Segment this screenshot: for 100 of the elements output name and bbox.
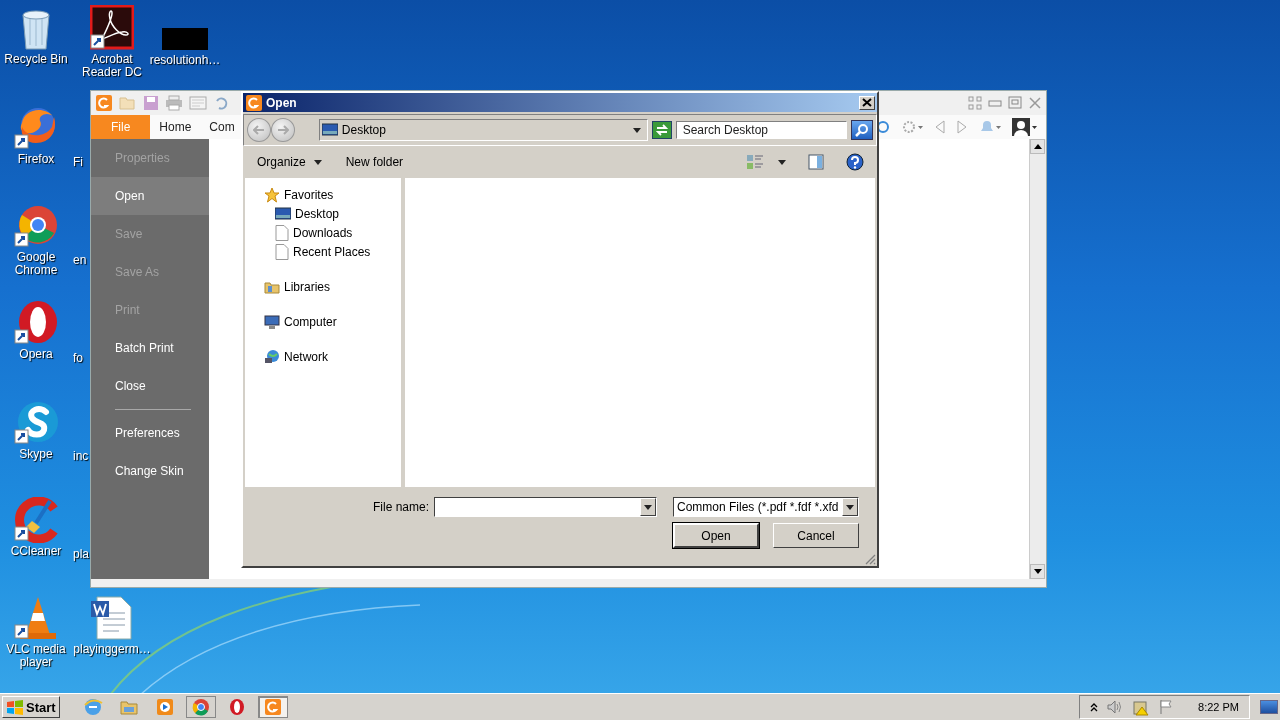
desktop-icon[interactable]: Skype <box>0 400 74 461</box>
desktop-icon[interactable]: Opera <box>0 300 74 361</box>
chat-logo-icon <box>14 400 58 446</box>
desktop-icon-label: Firefox <box>17 153 55 166</box>
nav-item[interactable]: Network <box>264 349 401 365</box>
preview-pane-button[interactable] <box>807 153 825 171</box>
desktop-icon-label: inc <box>73 449 89 463</box>
help-icon <box>846 153 864 171</box>
nav-item[interactable]: Libraries <box>264 279 401 295</box>
desktop-icon-label: Fi <box>73 155 83 169</box>
desktop-icon-label: playinggerm… <box>73 643 151 656</box>
search-icon <box>855 123 870 137</box>
back-arrow-icon <box>252 125 265 135</box>
app-logo-icon <box>263 698 282 716</box>
dialog-title: Open <box>266 95 297 110</box>
refresh-arrows-icon <box>654 124 669 136</box>
scrollbar[interactable] <box>1029 139 1046 579</box>
file-menu-item[interactable]: Batch Print <box>91 329 209 367</box>
left-triangle-icon <box>934 119 946 135</box>
file-menu-item[interactable]: Preferences <box>91 414 209 452</box>
close-button[interactable] <box>859 95 875 110</box>
taskbar-app-button[interactable] <box>185 696 216 718</box>
new-folder-button[interactable]: New folder <box>343 153 406 171</box>
desktop-icon-label: pla <box>73 547 89 561</box>
open-button[interactable]: Open <box>673 523 759 548</box>
file-menu-item[interactable]: Change Skin <box>91 452 209 490</box>
desktop-icon-label: resolutionh… <box>149 54 221 67</box>
address-bar[interactable]: Desktop <box>318 119 648 141</box>
thumbnail-icon <box>162 28 208 52</box>
file-name-field[interactable] <box>434 497 657 517</box>
forward-arrow-icon <box>276 125 289 135</box>
taskbar-app-button[interactable] <box>257 696 288 718</box>
desktop-icon-label: Recycle Bin <box>4 53 68 66</box>
open-folder-icon <box>119 95 137 111</box>
gear-icon <box>902 119 924 135</box>
start-button[interactable]: Start <box>2 696 60 718</box>
desktop-icon[interactable]: resolutionh… <box>147 28 223 67</box>
back-button[interactable] <box>247 118 271 142</box>
save-icon <box>143 95 159 111</box>
fullscreen-icon <box>968 96 982 110</box>
user-avatar-icon <box>1012 118 1038 136</box>
page-icon <box>275 244 289 260</box>
printer-icon <box>165 95 183 111</box>
star-icon <box>264 187 280 203</box>
globe-e-icon <box>82 697 103 717</box>
monitor-icon <box>321 123 338 137</box>
chevron-up-icon <box>1090 702 1099 712</box>
nav-item[interactable]: Downloads <box>264 225 401 241</box>
close-icon <box>1028 96 1042 110</box>
desktop-icon-label: VLC media player <box>5 643 67 669</box>
flag-icon <box>1158 699 1175 715</box>
search-icon <box>878 119 892 135</box>
right-triangle-icon <box>956 119 968 135</box>
app-logo-icon <box>95 94 113 112</box>
document-icon <box>89 595 135 641</box>
desktop-icon[interactable]: Firefox <box>0 105 74 166</box>
dropdown-caret-icon <box>632 127 641 133</box>
nav-item[interactable]: Recent Places <box>264 244 401 260</box>
c-brush-icon <box>14 497 58 543</box>
desktop-icon[interactable]: Google Chrome <box>0 203 74 277</box>
search-field[interactable]: Search Desktop <box>675 121 848 139</box>
media-player-icon <box>154 697 175 717</box>
fox-globe-icon <box>14 105 58 151</box>
restore-icon <box>1008 96 1022 110</box>
file-type-dropdown[interactable]: Common Files (*.pdf *.fdf *.xfd <box>673 497 859 517</box>
page-icon <box>275 225 289 241</box>
round-logo-icon <box>190 697 211 717</box>
pane-icon <box>808 154 824 170</box>
organize-menu[interactable]: Organize <box>255 153 324 171</box>
resize-grip-icon[interactable] <box>865 554 876 565</box>
desktop-icon[interactable]: Recycle Bin <box>0 5 74 66</box>
show-desktop-button[interactable] <box>1260 700 1278 714</box>
refresh-button[interactable] <box>651 121 672 139</box>
nav-item[interactable]: Computer <box>264 314 401 330</box>
undo-icon <box>213 95 229 111</box>
nav-item[interactable]: Desktop <box>264 206 401 222</box>
desktop-icon-label: Skype <box>19 448 53 461</box>
desktop-icon-label: Google Chrome <box>13 251 59 277</box>
monitor-icon <box>275 207 291 221</box>
file-menu-item[interactable]: Close <box>91 367 209 405</box>
ribbon-tab[interactable]: Home <box>150 115 201 139</box>
view-list-icon <box>746 154 764 170</box>
caret-icon <box>644 504 652 510</box>
ribbon-tab[interactable]: Com <box>200 115 244 139</box>
network-warning-icon <box>1132 698 1151 716</box>
help-button[interactable] <box>845 152 865 172</box>
view-options-button[interactable] <box>745 153 787 171</box>
round-logo-icon <box>14 203 58 249</box>
cancel-button[interactable]: Cancel <box>773 523 859 548</box>
file-name-label: File name: <box>372 500 429 514</box>
nav-item[interactable]: Favorites <box>264 187 401 203</box>
forward-button[interactable] <box>270 118 295 142</box>
desktop-icon[interactable]: Acrobat Reader DC <box>74 5 150 79</box>
windows-flag-icon <box>6 699 24 715</box>
desktop-icon-label: en <box>73 253 87 267</box>
clock[interactable]: 8:22 PM <box>1198 701 1239 713</box>
file-menu-item[interactable]: Open <box>91 177 209 215</box>
library-folder-icon <box>264 279 280 295</box>
scroll-down-icon <box>1033 569 1042 574</box>
search-button[interactable] <box>851 120 873 140</box>
